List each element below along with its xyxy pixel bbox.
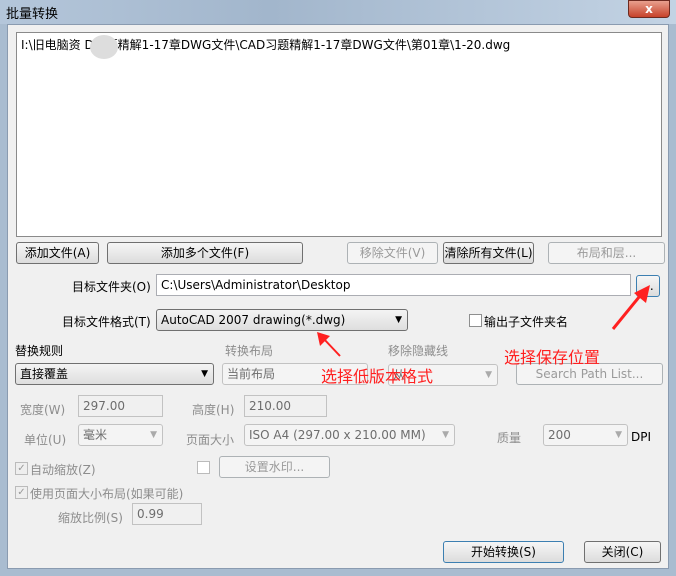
unit-label: 单位(U) xyxy=(24,433,67,447)
use-page-layout-label: 使用页面大小布局(如果可能) xyxy=(30,487,184,501)
red-arrow-icon xyxy=(317,332,341,357)
red-arrow-icon xyxy=(611,285,650,330)
target-folder-label: 目标文件夹(O) xyxy=(72,280,151,294)
output-subfolder-checkbox[interactable] xyxy=(469,314,482,327)
target-format-select[interactable]: AutoCAD 2007 drawing(*.dwg) ▼ xyxy=(156,309,408,331)
start-convert-button[interactable]: 开始转换(S) xyxy=(443,541,564,563)
quality-label: 质量 xyxy=(497,431,522,445)
page-size-label: 页面大小 xyxy=(186,433,235,447)
replace-rule-select[interactable]: 直接覆盖 ▼ xyxy=(15,363,214,385)
dropdown-arrow-icon: ▼ xyxy=(615,430,622,440)
annotation-low-version: 选择低版本格式 xyxy=(321,367,434,386)
convert-layout-label: 转换布局 xyxy=(225,344,274,358)
window-title: 批量转换 xyxy=(6,7,59,22)
dropdown-arrow-icon: ▼ xyxy=(442,430,449,440)
quality-value: 200 xyxy=(548,428,571,442)
quality-select[interactable]: 200 ▼ xyxy=(543,424,628,446)
add-multiple-files-button[interactable]: 添加多个文件(F) xyxy=(107,242,303,264)
convert-layout-value: 当前布局 xyxy=(227,367,276,381)
replace-rule-value: 直接覆盖 xyxy=(20,367,69,381)
auto-scale-label: 自动缩放(Z) xyxy=(30,463,96,477)
watermark-checkbox[interactable] xyxy=(197,461,210,474)
target-format-value: AutoCAD 2007 drawing(*.dwg) xyxy=(161,313,346,327)
unit-value: 毫米 xyxy=(83,428,108,442)
output-subfolder-label: 输出子文件夹名 xyxy=(484,315,569,329)
dropdown-arrow-icon: ▼ xyxy=(150,430,157,440)
height-label: 高度(H) xyxy=(192,403,235,417)
close-button[interactable]: 关闭(C) xyxy=(584,541,661,563)
dropdown-arrow-icon: ▼ xyxy=(201,369,208,379)
remove-file-button[interactable]: 移除文件(V) xyxy=(347,242,438,264)
auto-scale-checkbox[interactable]: ✓ xyxy=(15,462,28,475)
dpi-unit: DPI xyxy=(631,430,652,444)
annotation-save-location: 选择保存位置 xyxy=(504,348,601,367)
clear-all-files-button[interactable]: 清除所有文件(L) xyxy=(443,242,534,264)
close-window-button[interactable]: x xyxy=(628,0,670,18)
blur-mask xyxy=(90,35,118,59)
add-file-button[interactable]: 添加文件(A) xyxy=(16,242,99,264)
dropdown-arrow-icon: ▼ xyxy=(395,315,402,325)
height-input[interactable]: 210.00 xyxy=(244,395,327,417)
target-folder-input[interactable]: C:\Users\Administrator\Desktop xyxy=(156,274,631,296)
watermark-button[interactable]: 设置水印... xyxy=(219,456,330,478)
page-size-value: ISO A4 (297.00 x 210.00 MM) xyxy=(249,428,426,442)
width-label: 宽度(W) xyxy=(20,403,66,417)
remove-hidden-label: 移除隐藏线 xyxy=(388,344,449,358)
dialog-body: I:\旧电脑资 D习题精解1-17章DWG文件\CAD习题精解1-17章DWG文… xyxy=(7,24,669,569)
file-list[interactable]: I:\旧电脑资 D习题精解1-17章DWG文件\CAD习题精解1-17章DWG文… xyxy=(16,32,662,237)
page-size-select[interactable]: ISO A4 (297.00 x 210.00 MM) ▼ xyxy=(244,424,455,446)
use-page-layout-checkbox[interactable]: ✓ xyxy=(15,486,28,499)
replace-rule-label: 替换规则 xyxy=(15,344,64,358)
unit-select[interactable]: 毫米 ▼ xyxy=(78,424,163,446)
width-input[interactable]: 297.00 xyxy=(78,395,163,417)
layout-layers-button[interactable]: 布局和层... xyxy=(548,242,665,264)
target-format-label: 目标文件格式(T) xyxy=(62,315,151,329)
scale-label: 缩放比例(S) xyxy=(58,511,123,525)
title-bar: 批量转换 x xyxy=(0,0,676,24)
dropdown-arrow-icon: ▼ xyxy=(485,370,492,380)
scale-input[interactable]: 0.99 xyxy=(132,503,202,525)
